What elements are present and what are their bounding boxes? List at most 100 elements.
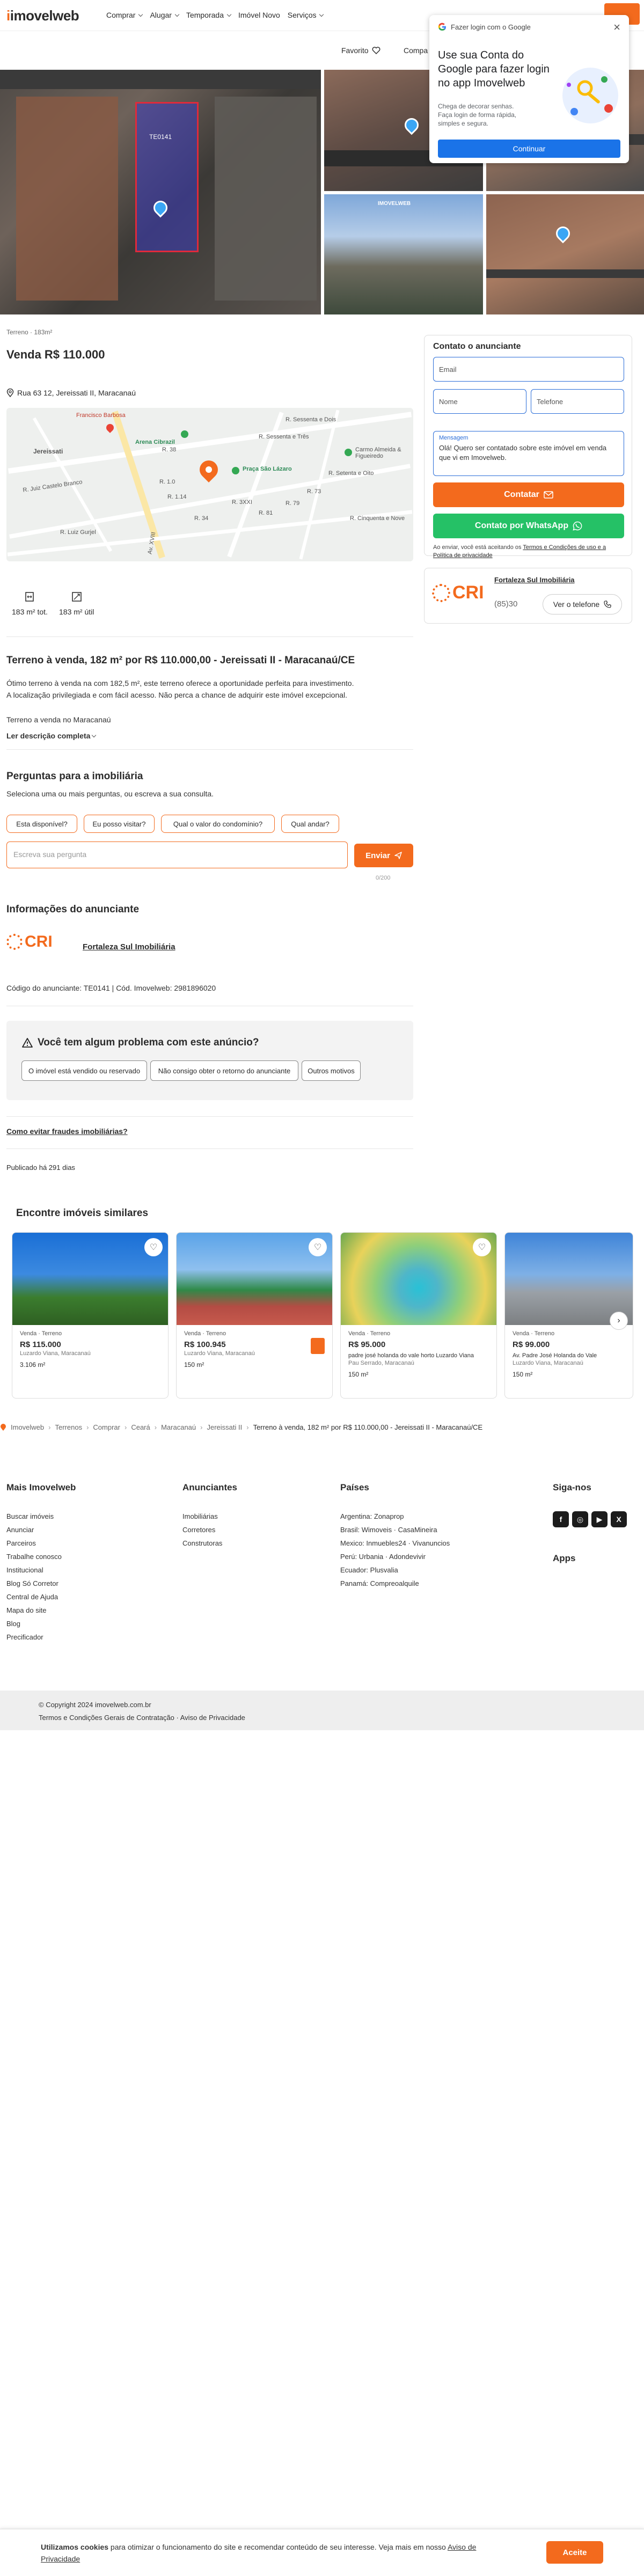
footer-link[interactable]: Precificador [6,1633,43,1641]
footer-link[interactable]: Blog [6,1620,20,1628]
email-field[interactable]: Email [433,357,624,382]
nav-temporada[interactable]: Temporada [186,11,232,19]
compare-button[interactable]: Compa [404,46,428,55]
similar-card[interactable]: ♡ Venda · Terreno R$ 115.000 Luzardo Via… [12,1232,169,1399]
footer-link[interactable]: Anunciar [6,1526,34,1534]
google-login-popup: Fazer login com o Google × Use sua Conta… [429,15,629,163]
questions-subtitle: Seleciona uma ou mais perguntas, ou escr… [6,789,214,798]
advertiser-card-logo[interactable]: CRI [432,582,484,603]
advertiser-badge [311,1338,325,1354]
breadcrumb-item[interactable]: Imovelweb [11,1423,44,1431]
nav-imovel-novo[interactable]: Imóvel Novo [238,11,280,19]
poi-green-icon [345,449,352,456]
close-icon[interactable]: × [613,20,620,34]
footer-link[interactable]: Central de Ajuda [6,1593,58,1601]
footer-link[interactable]: Ecuador: Plusvalia [340,1566,398,1574]
read-more-link[interactable]: Ler descrição completa [6,730,97,742]
footer-copyright-band [0,1690,644,1730]
chevron-down-icon [319,12,324,17]
question-chip-available[interactable]: Esta disponível? [6,815,77,833]
report-other-chip[interactable]: Outros motivos [302,1060,361,1081]
breadcrumb-item[interactable]: Maracanaú [161,1423,196,1431]
favorite-button[interactable]: Favorito [341,46,380,55]
terms-links[interactable]: Termos e Condições Gerais de Contratação… [39,1714,245,1722]
footer-link[interactable]: Trabalhe conosco [6,1553,62,1561]
footer-link[interactable]: Mexico: Inmuebles24 · Vivanuncios [340,1539,450,1547]
google-popup-header: Fazer login com o Google [438,23,531,31]
location-pin-icon [553,223,573,244]
footer-apps-title: Apps [553,1553,576,1563]
footer-link[interactable]: Brasil: Wimoveis · CasaMineira [340,1526,437,1534]
description-title: Terreno à venda, 182 m² por R$ 110.000,0… [6,655,355,666]
heart-icon[interactable]: ♡ [473,1238,491,1256]
nav-comprar[interactable]: Comprar [106,11,143,19]
masked-phone: (85)30 [494,599,518,609]
footer-link[interactable]: Blog Só Corretor [6,1579,58,1587]
carousel-next-button[interactable]: › [610,1312,628,1330]
footer-link[interactable]: Mapa do site [6,1606,46,1614]
phone-field[interactable]: Telefone [531,389,624,414]
footer-link[interactable]: Imobiliárias [182,1512,218,1520]
similar-card[interactable]: ♡ Venda · Terreno R$ 95.000 padre josé h… [340,1232,497,1399]
whatsapp-contact-button[interactable]: Contato por WhatsApp [433,514,624,538]
chevron-right-icon: › [617,1316,620,1325]
name-field[interactable]: Nome [433,389,526,414]
question-chip-condo[interactable]: Qual o valor do condomínio? [161,815,275,833]
site-logo[interactable]: iimovelweb [6,8,79,24]
mail-icon [544,491,553,499]
warning-icon [22,1038,33,1048]
question-chip-floor[interactable]: Qual andar? [281,815,339,833]
question-chip-visit[interactable]: Eu posso visitar? [84,815,155,833]
footer-link[interactable]: Corretores [182,1526,215,1534]
advertiser-name-link[interactable]: Fortaleza Sul Imobiliária [83,942,175,952]
cookie-accept-button[interactable]: Aceite [546,2541,603,2564]
location-map[interactable]: Jereissati Francisco Barbosa Arena Cibra… [6,408,413,561]
breadcrumb-item[interactable]: Terrenos [55,1423,82,1431]
gallery-photo-5[interactable] [486,194,644,314]
gallery-photo-4[interactable]: IMOVELWEB [324,194,483,314]
google-icon [438,23,446,31]
breadcrumb-item[interactable]: Jereissati II [207,1423,242,1431]
contact-submit-button[interactable]: Contatar [433,482,624,507]
advertiser-logo[interactable]: CRI [6,933,53,951]
listing-address: Rua 63 12, Jereissati II, Maracanaú [6,389,136,397]
footer-link[interactable]: Construtoras [182,1539,222,1547]
youtube-icon[interactable]: ▶ [591,1511,608,1527]
google-continue-button[interactable]: Continuar [438,140,620,158]
see-phone-button[interactable]: Ver o telefone [543,594,622,614]
similar-card[interactable]: ♡ Venda · Terreno R$ 100.945 Luzardo Via… [176,1232,333,1399]
heart-icon[interactable]: ♡ [144,1238,163,1256]
chevron-down-icon [226,12,232,17]
breadcrumb-item[interactable]: Comprar [93,1423,120,1431]
contact-form: Contato o anunciante Email Nome Telefone… [424,335,632,559]
report-sold-chip[interactable]: O imóvel está vendido ou reservado [21,1060,147,1081]
cri-logo-icon [432,583,450,602]
footer-link[interactable]: Perú: Urbania · Adondevivir [340,1553,426,1561]
report-no-response-chip[interactable]: Não consigo obter o retorno do anunciant… [150,1060,298,1081]
heart-icon[interactable]: ♡ [309,1238,327,1256]
send-question-button[interactable]: Enviar [354,844,413,867]
footer-link[interactable]: Argentina: Zonaprop [340,1512,404,1520]
advertiser-card-name[interactable]: Fortaleza Sul Imobiliária [494,576,575,584]
x-twitter-icon[interactable]: X [611,1511,627,1527]
breadcrumb-item[interactable]: Ceará [131,1423,150,1431]
message-field[interactable]: Mensagem Olá! Quero ser contatado sobre … [433,431,624,476]
questions-title: Perguntas para a imobiliária [6,771,143,782]
footer-link[interactable]: Institucional [6,1566,43,1574]
main-photo[interactable]: TE0141 [0,70,321,314]
footer-link[interactable]: Panamá: Compreoalquile [340,1579,419,1587]
whatsapp-icon [573,521,582,531]
nav-servicos[interactable]: Serviços [288,11,324,19]
cri-logo-icon [6,934,23,950]
contact-form-title: Contato o anunciante [433,342,521,351]
facebook-icon[interactable]: f [553,1511,569,1527]
nav-alugar[interactable]: Alugar [150,11,180,19]
copyright-text: © Copyright 2024 imovelweb.com.br [39,1701,151,1709]
footer-link[interactable]: Buscar imóveis [6,1512,54,1520]
instagram-icon[interactable]: ◎ [572,1511,588,1527]
fraud-help-link[interactable]: Como evitar fraudes imobiliárias? [6,1127,128,1136]
feature-total-area: 183 m² tot. [12,591,48,616]
footer-link[interactable]: Parceiros [6,1539,36,1547]
chevron-down-icon [174,12,180,17]
question-input[interactable]: Escreva sua pergunta [6,841,348,868]
